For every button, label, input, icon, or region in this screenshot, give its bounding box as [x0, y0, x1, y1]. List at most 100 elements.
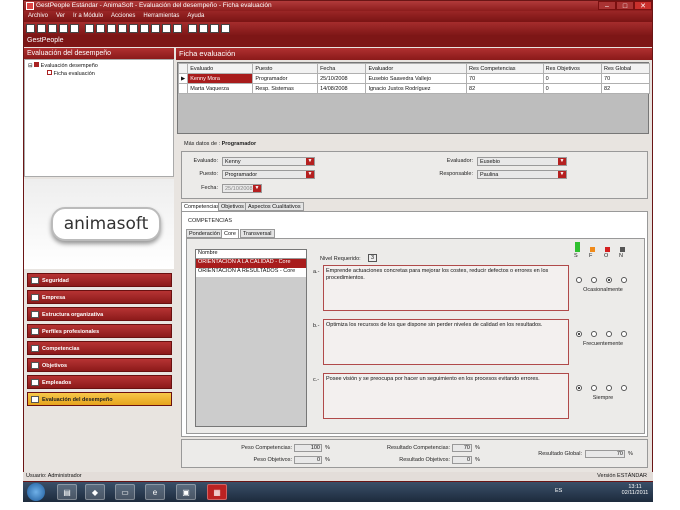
peso-comp-label: Peso Competencias: — [241, 445, 292, 451]
list-header: Nombre — [196, 250, 306, 259]
table-cell: Marta Vaquerza — [187, 83, 254, 94]
menu-archivo[interactable]: Archivo — [24, 11, 52, 21]
table-row[interactable]: Marta Vaquerza Resp. Sistemas 14/08/2008 Ig… — [177, 83, 650, 94]
frequency-radio[interactable] — [621, 385, 627, 391]
nav-empleados[interactable]: Empleados — [27, 375, 172, 389]
print-icon[interactable] — [151, 24, 160, 33]
subtab-transversal[interactable]: Transversal — [240, 229, 275, 238]
table-cell: 0 — [542, 83, 603, 94]
filter-icon[interactable] — [59, 24, 68, 33]
frequency-label: Ocasionalmente — [583, 287, 623, 293]
row-selector[interactable]: ▶ — [177, 73, 189, 84]
column-header[interactable]: Res Competencias — [466, 63, 544, 74]
clock[interactable]: 13:11 02/11/2011 — [618, 484, 652, 496]
nav-estructura-organizativa[interactable]: Estructura organizativa — [27, 307, 172, 321]
nav-seguridad[interactable]: Seguridad — [27, 273, 172, 287]
config-icon[interactable] — [210, 24, 219, 33]
behavior-text[interactable]: Emprende actuaciones concretas para mejo… — [323, 265, 569, 311]
first-icon[interactable] — [96, 24, 105, 33]
last-icon[interactable] — [129, 24, 138, 33]
frequency-radio[interactable] — [591, 385, 597, 391]
folder-task-icon[interactable]: ▭ — [115, 484, 135, 500]
totals-panel: Peso Competencias: 100% Peso Objetivos: … — [181, 439, 648, 468]
list-item-calidad[interactable]: ORIENTACION A LA CALIDAD - Core — [196, 259, 306, 268]
menu-ayuda[interactable]: Ayuda — [183, 11, 208, 21]
frequency-radio[interactable] — [576, 277, 582, 283]
edit-icon[interactable] — [37, 24, 46, 33]
frequency-radio[interactable] — [606, 385, 612, 391]
evaluador-select[interactable]: Eusebio ▼ — [477, 157, 567, 166]
frequency-radio[interactable] — [576, 385, 582, 391]
behavior-text[interactable]: Posee visión y se preocupa por hacer un … — [323, 373, 569, 419]
frequency-radio[interactable] — [591, 331, 597, 337]
language-indicator[interactable]: ES — [555, 488, 562, 494]
menu-acciones[interactable]: Acciones — [107, 11, 139, 21]
frequency-radio[interactable] — [606, 331, 612, 337]
column-header[interactable]: Evaluador — [365, 63, 468, 74]
tree-item-evaluacion[interactable]: ⊟ Evaluación desempeño — [25, 60, 173, 69]
new-icon[interactable] — [26, 24, 35, 33]
row-selector[interactable] — [177, 83, 189, 94]
tools-icon[interactable] — [199, 24, 208, 33]
puesto-select[interactable]: Programador ▼ — [222, 170, 315, 179]
table-row[interactable]: ▶ Kenny Mora Programador 25/10/2008 Eusebio … — [177, 73, 650, 84]
chevron-down-icon: ▼ — [558, 158, 566, 165]
menu-ver[interactable]: Ver — [52, 11, 69, 21]
behavior-text[interactable]: Optimiza los recursos de los que dispone… — [323, 319, 569, 365]
responsable-select[interactable]: Paulina ▼ — [477, 170, 567, 179]
list-item-resultados[interactable]: ORIENTACION A RESULTADOS - Core — [196, 268, 306, 277]
subtab-core[interactable]: Core — [221, 229, 239, 238]
report-icon[interactable] — [140, 24, 149, 33]
column-header[interactable]: Fecha — [317, 63, 367, 74]
nav-perfiles-profesionales[interactable]: Perfiles profesionales — [27, 324, 172, 338]
percent-sign: % — [628, 451, 633, 457]
maximize-button[interactable]: □ — [616, 1, 634, 10]
start-button[interactable] — [27, 483, 45, 501]
menu-ir-a-modulo[interactable]: Ir a Módulo — [69, 11, 107, 21]
peso-comp-field[interactable]: 100 — [294, 444, 322, 452]
nav-evaluación-del-desempeño[interactable]: Evaluación del desempeño — [27, 392, 172, 406]
table-cell: 70 — [466, 73, 544, 84]
subtab-ponderacion[interactable]: Ponderación — [186, 229, 223, 238]
minimize-button[interactable]: – — [598, 1, 616, 10]
frequency-radio[interactable] — [606, 277, 612, 283]
frequency-radio[interactable] — [621, 331, 627, 337]
status-user: Usuario: Administrador — [26, 473, 82, 479]
tree-item-ficha[interactable]: Ficha evaluación — [25, 69, 173, 77]
frequency-label: Siempre — [592, 395, 614, 401]
tab-aspectos[interactable]: Aspectos Cualitativos — [245, 202, 304, 211]
column-header[interactable]: Puesto — [252, 63, 319, 74]
frequency-radio[interactable] — [591, 277, 597, 283]
undo-icon[interactable] — [173, 24, 182, 33]
nivel-value: 3 — [368, 254, 377, 262]
tab-competencias[interactable]: Competencias — [181, 202, 223, 211]
gestpeople-task-icon[interactable]: ▦ — [207, 484, 227, 500]
menu-herramientas[interactable]: Herramientas — [139, 11, 183, 21]
app-task-icon[interactable]: ▣ — [176, 484, 196, 500]
ie-task-icon[interactable]: e — [145, 484, 165, 500]
refresh-icon[interactable] — [188, 24, 197, 33]
frequency-radio[interactable] — [576, 331, 582, 337]
prev-icon[interactable] — [107, 24, 116, 33]
tab-objetivos[interactable]: Objetivos — [218, 202, 247, 211]
save-icon[interactable] — [85, 24, 94, 33]
nav-empresa[interactable]: Empresa — [27, 290, 172, 304]
nav-objetivos[interactable]: Objetivos — [27, 358, 172, 372]
nav-competencias[interactable]: Competencias — [27, 341, 172, 355]
column-header[interactable]: Evaluado — [187, 63, 254, 74]
document-icon[interactable] — [221, 24, 230, 33]
peso-obj-field[interactable]: 0 — [294, 456, 322, 464]
next-icon[interactable] — [118, 24, 127, 33]
frequency-radio[interactable] — [621, 277, 627, 283]
export-icon[interactable] — [162, 24, 171, 33]
delete-icon[interactable] — [48, 24, 57, 33]
column-header[interactable]: Res Global — [601, 63, 650, 74]
left-panel-title: Evaluación del desempeño — [24, 48, 174, 59]
help-icon[interactable] — [70, 24, 79, 33]
explorer-task-icon[interactable]: ▤ — [57, 484, 77, 500]
media-task-icon[interactable]: ◆ — [85, 484, 105, 500]
evaluado-select[interactable]: Kenny ▼ — [222, 157, 315, 166]
fecha-picker[interactable]: 25/10/2008 ▼ — [222, 184, 262, 193]
close-button[interactable]: ✕ — [634, 1, 652, 10]
column-header[interactable]: Res Objetivos — [542, 63, 603, 74]
